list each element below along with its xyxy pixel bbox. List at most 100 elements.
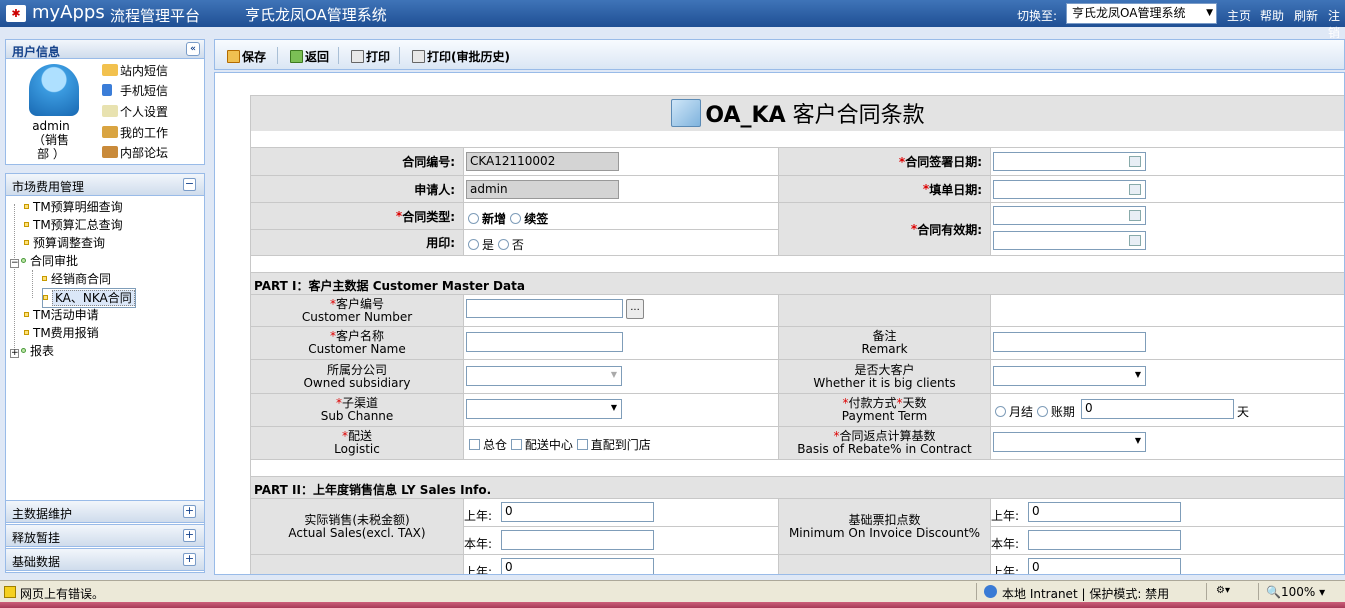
customer-no-field[interactable] [466,299,623,318]
pay-monthly-radio[interactable] [995,406,1006,417]
user-dept-line1: （销售 [32,133,69,147]
expand-plus-icon[interactable]: + [183,553,196,566]
help-link[interactable]: 帮助 [1260,7,1284,24]
customer-name-cell [464,327,779,360]
sign-date-field[interactable] [993,152,1146,171]
save-button[interactable]: 保存 [227,48,266,65]
sales-last-field[interactable]: 0 [501,502,654,522]
refresh-link[interactable]: 刷新 [1294,7,1318,24]
logistic-warehouse-checkbox[interactable] [469,439,480,450]
my-work-label: 我的工作 [120,126,169,140]
nav-item-contract-approval[interactable]: − 合同审批 [10,252,78,270]
forum-link[interactable]: 内部论坛 [102,144,168,162]
form-title-row: OA_KA 客户合同条款 [250,95,1344,131]
home-link[interactable]: 主页 [1227,7,1251,24]
logistic-dc-checkbox[interactable] [510,439,522,450]
nav-item-ka-nka-contract[interactable]: KA、NKA合同 [42,288,136,308]
switch-label: 切换至: [1017,9,1058,23]
panel-master-data[interactable]: 主数据维护 + [5,500,205,523]
customer-browse-button[interactable]: ... [626,299,644,319]
status-message[interactable]: 网页上有错误。 [20,585,104,602]
disc-this-row: 本年: [991,527,1344,555]
warning-icon[interactable] [4,586,16,598]
disc-this-field[interactable] [1028,530,1181,550]
expand-plus-icon[interactable]: + [183,529,196,542]
contract-type-cell: 新增 续签 [464,203,779,230]
sms-link[interactable]: 手机短信 [102,82,168,100]
settings-link[interactable]: 个人设置 [102,103,168,121]
panel-release-hold[interactable]: 释放暂挂 + [5,524,205,547]
calendar-icon[interactable] [1129,210,1141,221]
logistic-en: Logistic [334,442,380,456]
settings-icon[interactable]: ⚙▾ [1216,585,1230,596]
row-actual-sales: 实际销售(未税金额) Actual Sales(excl. TAX) 上年: 0 本… [250,499,1344,555]
left-panel: 用户信息 « admin （销售 部 ） 站内短信 手机短信 个人设置 我的工作… [0,39,208,575]
form-title-text: 客户合同条款 [785,103,925,128]
folder-node-icon [21,348,26,353]
fill-date-label: * 填单日期: [779,176,991,203]
pay-days-field[interactable]: 0 [1081,399,1234,419]
inbox-link[interactable]: 站内短信 [102,62,168,80]
panel-base-data[interactable]: 基础数据 + [5,548,205,571]
print-history-button[interactable]: 打印(审批历史) [412,48,510,65]
pay-monthly-label: 月结 [1009,405,1034,419]
nav-item-label: 预算调整查询 [33,236,106,250]
nav-item-dealer-contract[interactable]: 经销商合同 [42,270,111,288]
rebate-select[interactable]: ▼ [993,432,1146,452]
zoom-control[interactable]: 🔍100% ▾ [1266,585,1325,599]
nav-item-tm-reimburse[interactable]: TM费用报销 [24,324,99,342]
disc-last-field[interactable]: 0 [1028,502,1181,522]
collapse-icon[interactable]: « [186,42,200,56]
security-zone[interactable]: 本地 Intranet | 保护模式: 禁用 [1002,585,1169,602]
system-switch-select[interactable]: 亨氏龙凤OA管理系统 ▼ [1066,3,1217,24]
avatar [29,64,79,116]
user-info-title: 用户信息 [12,45,61,59]
partial-last-field[interactable]: 0 [501,558,654,574]
rebate-label: *合同返点计算基数 Basis of Rebate% in Contract [779,427,991,460]
contract-type-renew-radio[interactable] [510,213,522,224]
nav-item-tm-activity[interactable]: TM活动申请 [24,306,99,324]
calendar-icon[interactable] [1129,184,1141,195]
subsidiary-cell: ▼ [464,360,779,394]
sign-date-label: * 合同签署日期: [779,148,991,176]
disc-last-row: 上年: 0 [991,499,1344,527]
contract-type-new-radio[interactable] [468,213,479,224]
row-partial: 上年: 0 上年: 0 [250,555,1344,574]
remark-field[interactable] [993,332,1146,352]
row-sub-channel: *子渠道 Sub Channe ▼ *付款方式*天数 Payment Term 月结… [250,394,1344,427]
seal-yes-radio[interactable] [468,239,479,250]
tree-line [32,270,33,298]
valid-from-field[interactable] [993,206,1146,225]
expand-plus-icon[interactable]: + [183,505,196,518]
sub-channel-select[interactable]: ▼ [466,399,622,419]
rebate-cn: 合同返点计算基数 [839,429,936,443]
print-button[interactable]: 打印 [351,48,390,65]
logistic-dc-label: 配送中心 [524,438,573,452]
back-button[interactable]: 返回 [290,48,329,65]
status-bar: 网页上有错误。 本地 Intranet | 保护模式: 禁用 ⚙▾ 🔍100% … [0,580,1345,602]
calendar-icon[interactable] [1129,156,1141,167]
expand-tree-icon[interactable]: + [10,349,19,358]
logout-link[interactable]: 注销 [1328,7,1345,41]
my-work-link[interactable]: 我的工作 [102,124,168,142]
sales-this-field[interactable] [501,530,654,550]
pay-period-radio[interactable] [1036,406,1048,417]
collapse-minus-icon[interactable]: − [183,178,196,191]
nav-item-tm-budget-detail[interactable]: TM预算明细查询 [24,198,123,216]
nav-item-reports[interactable]: + 报表 [10,342,54,360]
subsidiary-cn: 所属分公司 [326,362,387,377]
nav-item-budget-adjust[interactable]: 预算调整查询 [24,234,105,252]
customer-name-field[interactable] [466,332,623,352]
payment-en: Payment Term [841,409,928,423]
collapse-tree-icon[interactable]: − [10,259,19,268]
nav-item-label: 经销商合同 [51,272,112,286]
partial-last-field-right[interactable]: 0 [1028,558,1181,574]
nav-item-tm-budget-summary[interactable]: TM预算汇总查询 [24,216,123,234]
nav-header[interactable]: 市场费用管理 − [6,174,204,196]
sign-date-label-text: 合同签署日期: [905,155,982,169]
seal-no-radio[interactable] [497,239,509,250]
fill-date-field[interactable] [993,180,1146,199]
big-client-select[interactable]: ▼ [993,366,1146,386]
logistic-direct-checkbox[interactable] [576,439,588,450]
subsidiary-select[interactable]: ▼ [466,366,622,386]
